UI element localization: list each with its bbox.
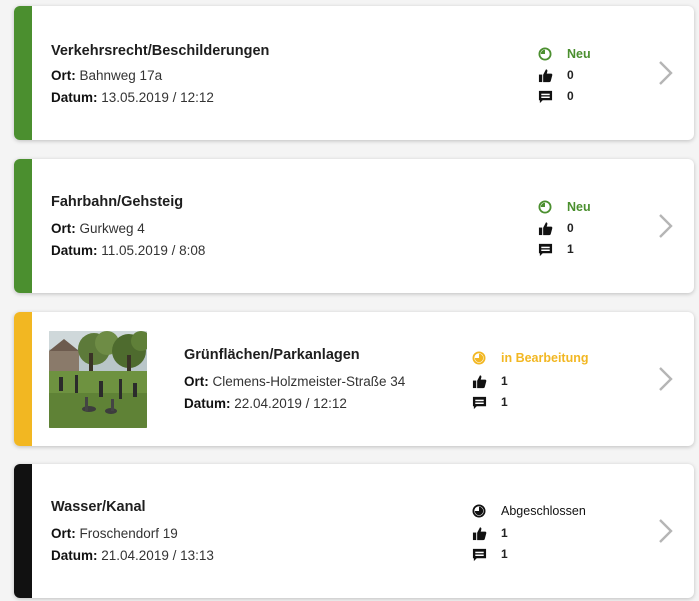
status-color-bar [14,464,32,598]
comments-row: 1 [537,241,574,257]
report-title: Fahrbahn/Gehsteig [51,194,184,210]
status-color-bar [14,6,32,140]
report-card[interactable]: Wasser/Kanal Ort: Froschendorf 19 Datum:… [14,464,694,598]
report-location: Ort: Gurkweg 4 [51,221,145,236]
report-photo [49,331,147,428]
report-location: Ort: Bahnweg 17a [51,68,163,83]
report-date: Datum: 11.05.2019 / 8:08 [51,243,206,258]
comments-row: 1 [471,394,508,410]
report-card[interactable]: Grünflächen/Parkanlagen Ort: Clemens-Hol… [14,312,694,446]
comments-row: 0 [537,88,574,104]
thumbs-up-icon [537,220,553,236]
progress-icon [471,350,487,366]
report-date: Datum: 21.04.2019 / 13:13 [51,548,214,563]
chevron-right-icon[interactable] [656,517,676,545]
status-label: Neu [567,200,591,214]
thumbs-up-icon [537,67,553,83]
status-label: Neu [567,47,591,61]
progress-icon [537,199,553,215]
likes-count: 1 [501,374,508,388]
comment-icon [471,394,487,410]
likes-count: 0 [567,221,574,235]
status-row: Abgeschlossen [471,503,586,519]
likes-row: 1 [471,373,508,389]
thumbs-up-icon [471,373,487,389]
comment-icon [537,241,553,257]
report-title: Wasser/Kanal [51,499,146,515]
thumbs-up-icon [471,525,487,541]
report-title: Grünflächen/Parkanlagen [184,347,360,363]
report-title: Verkehrsrecht/Beschilderungen [51,43,270,59]
chevron-right-icon[interactable] [656,212,676,240]
likes-count: 0 [567,68,574,82]
likes-row: 0 [537,220,574,236]
report-date: Datum: 22.04.2019 / 12:12 [184,396,347,411]
status-color-bar [14,159,32,293]
report-card[interactable]: Verkehrsrecht/Beschilderungen Ort: Bahnw… [14,6,694,140]
report-date: Datum: 13.05.2019 / 12:12 [51,90,214,105]
status-row: Neu [537,46,591,62]
status-color-bar [14,312,32,446]
status-row: Neu [537,199,591,215]
likes-row: 0 [537,67,574,83]
status-label: Abgeschlossen [501,504,586,518]
report-card[interactable]: Fahrbahn/Gehsteig Ort: Gurkweg 4 Datum: … [14,159,694,293]
status-label: in Bearbeitung [501,351,589,365]
comments-count: 1 [501,547,508,561]
comments-row: 1 [471,546,508,562]
report-location: Ort: Clemens-Holzmeister-Straße 34 [184,374,406,389]
comments-count: 0 [567,89,574,103]
status-row: in Bearbeitung [471,350,589,366]
comment-icon [471,546,487,562]
progress-icon [471,503,487,519]
comment-icon [537,88,553,104]
comments-count: 1 [567,242,574,256]
report-location: Ort: Froschendorf 19 [51,526,178,541]
chevron-right-icon[interactable] [656,365,676,393]
likes-count: 1 [501,526,508,540]
likes-row: 1 [471,525,508,541]
chevron-right-icon[interactable] [656,59,676,87]
progress-icon [537,46,553,62]
comments-count: 1 [501,395,508,409]
